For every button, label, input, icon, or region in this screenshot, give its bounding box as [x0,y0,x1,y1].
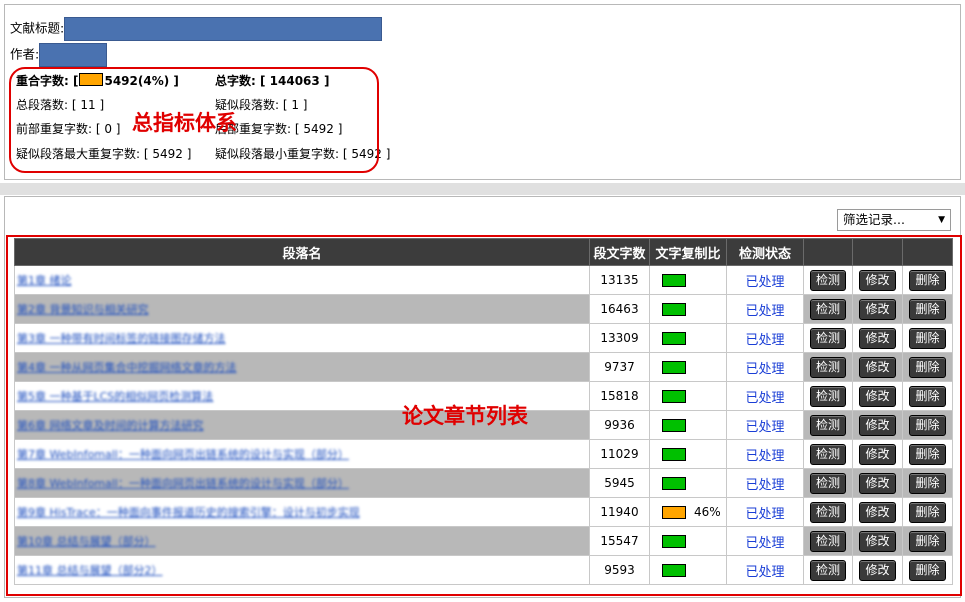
redacted-author [39,43,108,67]
title-row: 文献标题: [10,17,383,41]
summary-annotation: 总指标体系 [132,110,237,135]
author-row: 作者: [10,43,108,67]
section-separator [0,183,965,195]
chevron-down-icon: ▼ [938,215,945,225]
table-annotation: 论文章节列表 [402,403,528,428]
author-label: 作者: [10,46,40,62]
filter-records-select[interactable]: 筛选记录... ▼ [837,209,951,231]
redacted-title [64,17,383,41]
title-label: 文献标题: [10,20,65,36]
filter-label: 筛选记录... [843,212,905,227]
